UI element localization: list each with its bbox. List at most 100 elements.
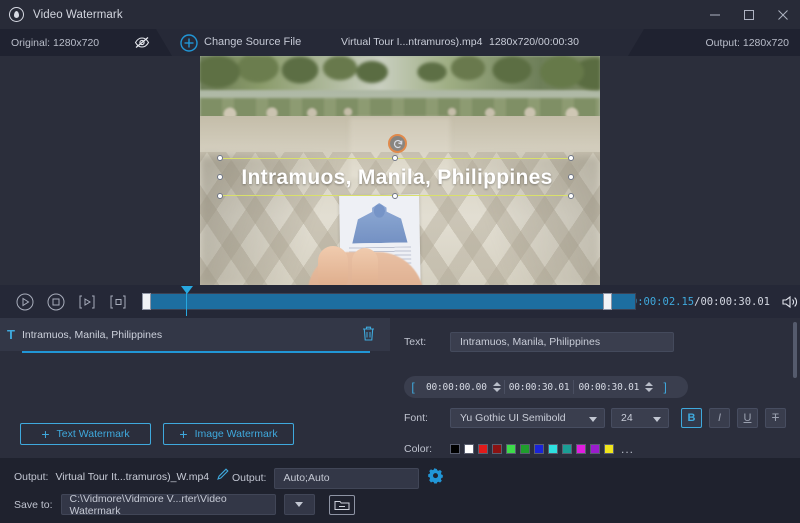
color-swatch-5[interactable] (520, 444, 530, 454)
color-swatch-1[interactable] (464, 444, 474, 454)
color-swatch-11[interactable] (604, 444, 614, 454)
ticket-building-illustration (349, 202, 410, 243)
trash-icon[interactable] (361, 325, 376, 342)
strikethrough-button[interactable]: T (765, 408, 786, 428)
output-format-label: Output: (232, 472, 266, 484)
color-swatch-0[interactable] (450, 444, 460, 454)
eye-off-icon[interactable] (134, 35, 150, 50)
time-range-control: [ 00:00:00.00 00:00:30.01 00:00:30.01 ] (404, 376, 688, 398)
handle-middle-left[interactable] (217, 174, 223, 180)
close-icon[interactable] (766, 0, 800, 29)
thumb (318, 246, 348, 285)
rotate-handle-icon[interactable] (388, 134, 407, 153)
bold-button[interactable]: B (681, 408, 702, 428)
font-size-select[interactable]: 24 (611, 408, 669, 428)
set-end-marker-icon[interactable] (105, 289, 130, 315)
list-item[interactable]: T Intramuos, Manila, Philippines (0, 318, 390, 351)
output-format-text: Auto;Auto (283, 472, 329, 484)
underline-button[interactable]: U (737, 408, 758, 428)
output-format-value[interactable]: Auto;Auto (274, 468, 419, 489)
title-bar: Video Watermark (0, 0, 800, 29)
gear-icon[interactable] (427, 467, 444, 489)
original-resolution-label: Original: 1280x720 (11, 37, 99, 49)
bracket-close-icon[interactable]: ] (656, 380, 674, 394)
folder-icon[interactable] (329, 495, 355, 515)
plus-icon: + (179, 427, 187, 441)
start-time-stepper[interactable] (493, 380, 502, 394)
minimize-icon[interactable] (698, 0, 732, 29)
chevron-down-icon (589, 417, 597, 422)
timeline-track[interactable] (142, 293, 612, 310)
color-swatch-6[interactable] (534, 444, 544, 454)
duration-stepper[interactable] (645, 380, 654, 394)
plus-icon: + (41, 427, 49, 441)
save-to-row: Save to: C:\Vidmore\Vidmore V...rter\Vid… (14, 494, 355, 515)
timeline-trim-start-handle[interactable] (142, 293, 151, 310)
index-finger (352, 248, 378, 285)
color-swatch-3[interactable] (492, 444, 502, 454)
handle-bottom-right[interactable] (568, 193, 574, 199)
add-source-plus-icon[interactable] (180, 34, 198, 52)
handle-middle-right[interactable] (568, 174, 574, 180)
color-swatch-8[interactable] (562, 444, 572, 454)
add-watermark-buttons: + Text Watermark + Image Watermark (0, 423, 390, 445)
chevron-down-icon (295, 502, 303, 507)
text-type-icon: T (0, 327, 22, 342)
app-title: Video Watermark (33, 9, 123, 21)
save-path-value: C:\Vidmore\Vidmore V...rter\Video Waterm… (70, 493, 267, 517)
text-input-value: Intramuos, Manila, Philippines (460, 336, 600, 348)
font-family-value: Yu Gothic UI Semibold (460, 412, 566, 424)
color-property-row: Color: ... (404, 442, 634, 456)
start-time-value[interactable]: 00:00:00.00 (422, 382, 491, 393)
font-size-value: 24 (621, 412, 633, 424)
duration-value[interactable]: 00:00:30.01 (574, 382, 643, 393)
preview-area: 1720 Intramuos, Manila, Philippines (0, 56, 800, 285)
add-text-watermark-label: Text Watermark (57, 428, 130, 440)
handle-top-center[interactable] (392, 155, 398, 161)
volume-icon[interactable] (780, 293, 800, 311)
handle-bottom-left[interactable] (217, 193, 223, 199)
add-image-watermark-button[interactable]: + Image Watermark (163, 423, 294, 445)
handle-top-left[interactable] (217, 155, 223, 161)
output-file-name: Virtual Tour It...tramuros)_W.mp4 (55, 471, 209, 483)
color-swatch-2[interactable] (478, 444, 488, 454)
color-swatch-7[interactable] (548, 444, 558, 454)
watermark-item-name: Intramuos, Manila, Philippines (22, 329, 162, 341)
properties-scrollbar[interactable] (793, 322, 797, 378)
chevron-down-icon (653, 417, 661, 422)
save-path-input[interactable]: C:\Vidmore\Vidmore V...rter\Video Waterm… (61, 494, 276, 515)
output-format-row: Output: Auto;Auto (232, 467, 444, 489)
end-time-value[interactable]: 00:00:30.01 (505, 382, 574, 393)
bottom-bar: Output: Virtual Tour It...tramuros)_W.mp… (0, 458, 800, 523)
maximize-icon[interactable] (732, 0, 766, 29)
handle-top-right[interactable] (568, 155, 574, 161)
italic-button[interactable]: I (709, 408, 730, 428)
save-to-label: Save to: (14, 499, 53, 511)
handle-bottom-center[interactable] (392, 193, 398, 199)
output-file-label: Output: (14, 471, 48, 483)
text-input[interactable]: Intramuos, Manila, Philippines (450, 332, 674, 352)
timeline-range[interactable] (142, 293, 636, 310)
stop-icon[interactable] (44, 289, 69, 315)
more-colors-button[interactable]: ... (621, 442, 634, 456)
water-drop-icon (9, 7, 24, 22)
timeline-trim-end-handle[interactable] (603, 293, 612, 310)
color-swatch-10[interactable] (590, 444, 600, 454)
change-source-file-button[interactable]: Change Source File (204, 36, 301, 48)
save-path-dropdown[interactable] (284, 494, 315, 515)
timeline-bar: 00:00:02.15/00:00:30.01 (0, 285, 800, 318)
output-resolution-label: Output: 1280x720 (706, 37, 789, 49)
text-field-label: Text: (404, 336, 450, 348)
color-swatch-9[interactable] (576, 444, 586, 454)
add-text-watermark-button[interactable]: + Text Watermark (20, 423, 151, 445)
timeline-playhead[interactable] (186, 287, 187, 316)
watermark-selection-box[interactable]: Intramuos, Manila, Philippines (221, 158, 573, 196)
output-tab: Output: 1280x720 (628, 29, 800, 56)
set-start-marker-icon[interactable] (74, 289, 99, 315)
font-family-select[interactable]: Yu Gothic UI Semibold (450, 408, 605, 428)
pencil-icon[interactable] (216, 467, 230, 486)
watermark-text: Intramuos, Manila, Philippines (221, 159, 573, 197)
color-swatch-4[interactable] (506, 444, 516, 454)
bracket-open-icon[interactable]: [ (404, 380, 422, 394)
play-icon[interactable] (13, 289, 38, 315)
